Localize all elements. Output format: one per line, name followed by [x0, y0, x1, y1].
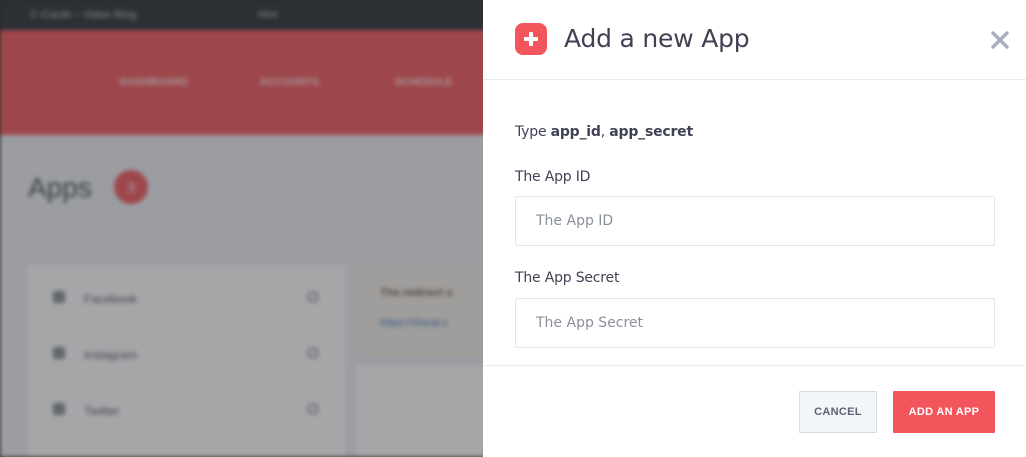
- hint-separator: ,: [600, 124, 610, 140]
- app-id-label: The App ID: [515, 169, 591, 185]
- plus-icon: [515, 23, 547, 55]
- modal-footer: CANCEL ADD AN APP: [483, 365, 1026, 457]
- cancel-button[interactable]: CANCEL: [799, 391, 877, 433]
- modal-title: Add a new App: [564, 24, 750, 53]
- close-icon[interactable]: [988, 28, 1012, 52]
- modal-header: Add a new App: [483, 0, 1026, 80]
- app-secret-input[interactable]: [515, 298, 995, 348]
- app-secret-label: The App Secret: [515, 270, 620, 286]
- add-app-button[interactable]: ADD AN APP: [893, 391, 995, 433]
- hint-field-app-secret: app_secret: [609, 124, 693, 140]
- hint-field-app-id: app_id: [550, 124, 601, 140]
- hint-text: Type app_id, app_secret: [515, 124, 693, 140]
- app-id-input[interactable]: [515, 196, 995, 246]
- hint-prefix: Type: [515, 124, 551, 140]
- add-app-modal: Add a new App Type app_id, app_secret Th…: [483, 0, 1026, 457]
- modal-body: Type app_id, app_secret The App ID The A…: [483, 80, 1026, 365]
